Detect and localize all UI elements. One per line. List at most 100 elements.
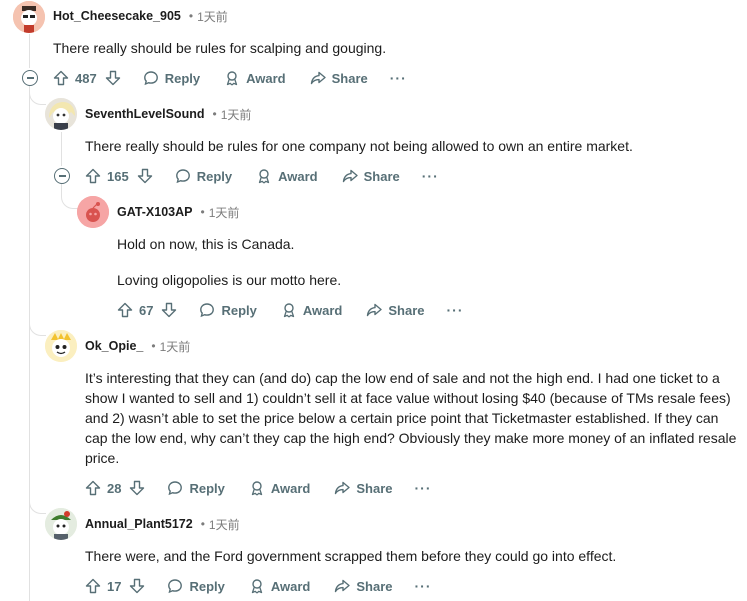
separator-dot: • bbox=[212, 107, 217, 121]
award-label: Award bbox=[270, 578, 311, 594]
reply-button[interactable]: Reply bbox=[175, 168, 232, 184]
downvote-arrow-icon[interactable] bbox=[129, 480, 145, 496]
username[interactable]: Hot_Cheesecake_905 bbox=[53, 9, 181, 23]
avatar[interactable] bbox=[13, 1, 45, 33]
upvote-arrow-icon[interactable] bbox=[53, 70, 69, 86]
award-button[interactable]: Award bbox=[249, 480, 311, 496]
reply-label: Reply bbox=[189, 480, 225, 496]
vote-group: 28 bbox=[85, 480, 145, 496]
award-ribbon-icon bbox=[251, 481, 263, 496]
comment-body: It’s interesting that they can (and do) … bbox=[85, 368, 741, 468]
upvote-arrow-icon[interactable] bbox=[85, 480, 101, 496]
thread-connector bbox=[29, 496, 46, 514]
avatar[interactable] bbox=[45, 330, 77, 362]
comment-paragraph: It’s interesting that they can (and do) … bbox=[85, 370, 737, 466]
upvote-arrow-icon[interactable] bbox=[117, 302, 133, 318]
share-button[interactable]: Share bbox=[342, 168, 400, 184]
vote-count: 67 bbox=[139, 302, 154, 318]
reply-button[interactable]: Reply bbox=[167, 480, 225, 496]
share-arrow-icon bbox=[335, 481, 351, 495]
reply-label: Reply bbox=[164, 70, 201, 86]
username[interactable]: Ok_Opie_ bbox=[85, 339, 143, 353]
speech-bubble-icon bbox=[168, 481, 183, 496]
downvote-arrow-icon[interactable] bbox=[161, 302, 177, 318]
downvote-arrow-icon[interactable] bbox=[129, 578, 145, 594]
award-label: Award bbox=[278, 168, 318, 184]
username[interactable]: Annual_Plant5172 bbox=[85, 517, 193, 531]
share-arrow-icon bbox=[367, 303, 383, 317]
avatar[interactable] bbox=[45, 98, 77, 130]
reply-button[interactable]: Reply bbox=[199, 302, 257, 318]
award-ribbon-icon bbox=[283, 303, 295, 318]
comment-body: Hold on now, this is Canada. Loving olig… bbox=[117, 234, 727, 290]
share-button[interactable]: Share bbox=[310, 70, 368, 86]
vote-count: 165 bbox=[107, 168, 129, 184]
award-button[interactable]: Award bbox=[224, 70, 286, 86]
comment-meta: SeventhLevelSound • 1天前 bbox=[85, 105, 251, 123]
upvote-arrow-icon[interactable] bbox=[85, 578, 101, 594]
award-button[interactable]: Award bbox=[256, 168, 318, 184]
share-label: Share bbox=[356, 480, 393, 496]
avatar[interactable] bbox=[77, 196, 109, 228]
comment-body: There really should be rules for one com… bbox=[85, 136, 735, 156]
award-label: Award bbox=[302, 302, 343, 318]
downvote-arrow-icon[interactable] bbox=[137, 168, 153, 184]
thread-line bbox=[29, 34, 30, 68]
vote-count: 28 bbox=[107, 480, 122, 496]
vote-count: 17 bbox=[107, 578, 122, 594]
upvote-arrow-icon[interactable] bbox=[85, 168, 101, 184]
timestamp[interactable]: 1天前 bbox=[160, 338, 191, 355]
downvote-arrow-icon[interactable] bbox=[105, 70, 121, 86]
speech-bubble-icon bbox=[168, 579, 183, 594]
thread-connector bbox=[61, 184, 78, 209]
avatar[interactable] bbox=[45, 508, 77, 540]
award-button[interactable]: Award bbox=[249, 578, 311, 594]
share-arrow-icon bbox=[310, 71, 326, 85]
comment-body: There were, and the Ford government scra… bbox=[85, 546, 735, 566]
comment-actions: 67 Reply Award Share ··· bbox=[117, 296, 464, 324]
more-options-button[interactable]: ··· bbox=[447, 302, 464, 318]
reply-label: Reply bbox=[196, 168, 233, 184]
more-options-button[interactable]: ··· bbox=[415, 480, 432, 496]
comment-meta: GAT-X103AP • 1天前 bbox=[117, 203, 239, 221]
timestamp[interactable]: 1天前 bbox=[197, 8, 228, 25]
comment-paragraph: There really should be rules for scalpin… bbox=[53, 40, 387, 56]
reply-button[interactable]: Reply bbox=[167, 578, 225, 594]
collapse-minus-icon[interactable] bbox=[54, 168, 70, 184]
award-ribbon-icon bbox=[226, 71, 238, 86]
more-options-button[interactable]: ··· bbox=[390, 70, 407, 86]
username[interactable]: GAT-X103AP bbox=[117, 205, 193, 219]
share-button[interactable]: Share bbox=[366, 302, 425, 318]
vote-group: 165 bbox=[85, 168, 153, 184]
vote-group: 487 bbox=[53, 70, 121, 86]
share-button[interactable]: Share bbox=[334, 578, 393, 594]
thread-connector bbox=[29, 88, 46, 105]
award-ribbon-icon bbox=[251, 579, 263, 594]
thread-line bbox=[61, 132, 62, 166]
share-arrow-icon bbox=[342, 169, 358, 183]
collapse-minus-icon[interactable] bbox=[22, 70, 38, 86]
comment-actions: 487 Reply Award Share ··· bbox=[53, 64, 407, 92]
separator-dot: • bbox=[151, 339, 156, 353]
reply-button[interactable]: Reply bbox=[143, 70, 200, 86]
share-label: Share bbox=[388, 302, 425, 318]
award-label: Award bbox=[270, 480, 311, 496]
timestamp[interactable]: 1天前 bbox=[221, 106, 252, 123]
timestamp[interactable]: 1天前 bbox=[209, 204, 240, 221]
reply-label: Reply bbox=[221, 302, 257, 318]
vote-group: 17 bbox=[85, 578, 145, 594]
award-button[interactable]: Award bbox=[281, 302, 343, 318]
award-ribbon-icon bbox=[258, 169, 270, 184]
more-options-button[interactable]: ··· bbox=[422, 168, 439, 184]
thread-line bbox=[29, 86, 30, 601]
share-button[interactable]: Share bbox=[334, 480, 393, 496]
separator-dot: • bbox=[200, 517, 205, 531]
comment-paragraph: Hold on now, this is Canada. bbox=[117, 236, 295, 252]
username[interactable]: SeventhLevelSound bbox=[85, 107, 204, 121]
more-options-button[interactable]: ··· bbox=[415, 578, 432, 594]
thread-connector bbox=[29, 310, 46, 336]
comment-actions: 17 Reply Award Share ··· bbox=[85, 572, 432, 600]
speech-bubble-icon bbox=[175, 169, 190, 184]
comment-actions: 165 Reply Award Share ··· bbox=[85, 162, 439, 190]
timestamp[interactable]: 1天前 bbox=[209, 516, 240, 533]
